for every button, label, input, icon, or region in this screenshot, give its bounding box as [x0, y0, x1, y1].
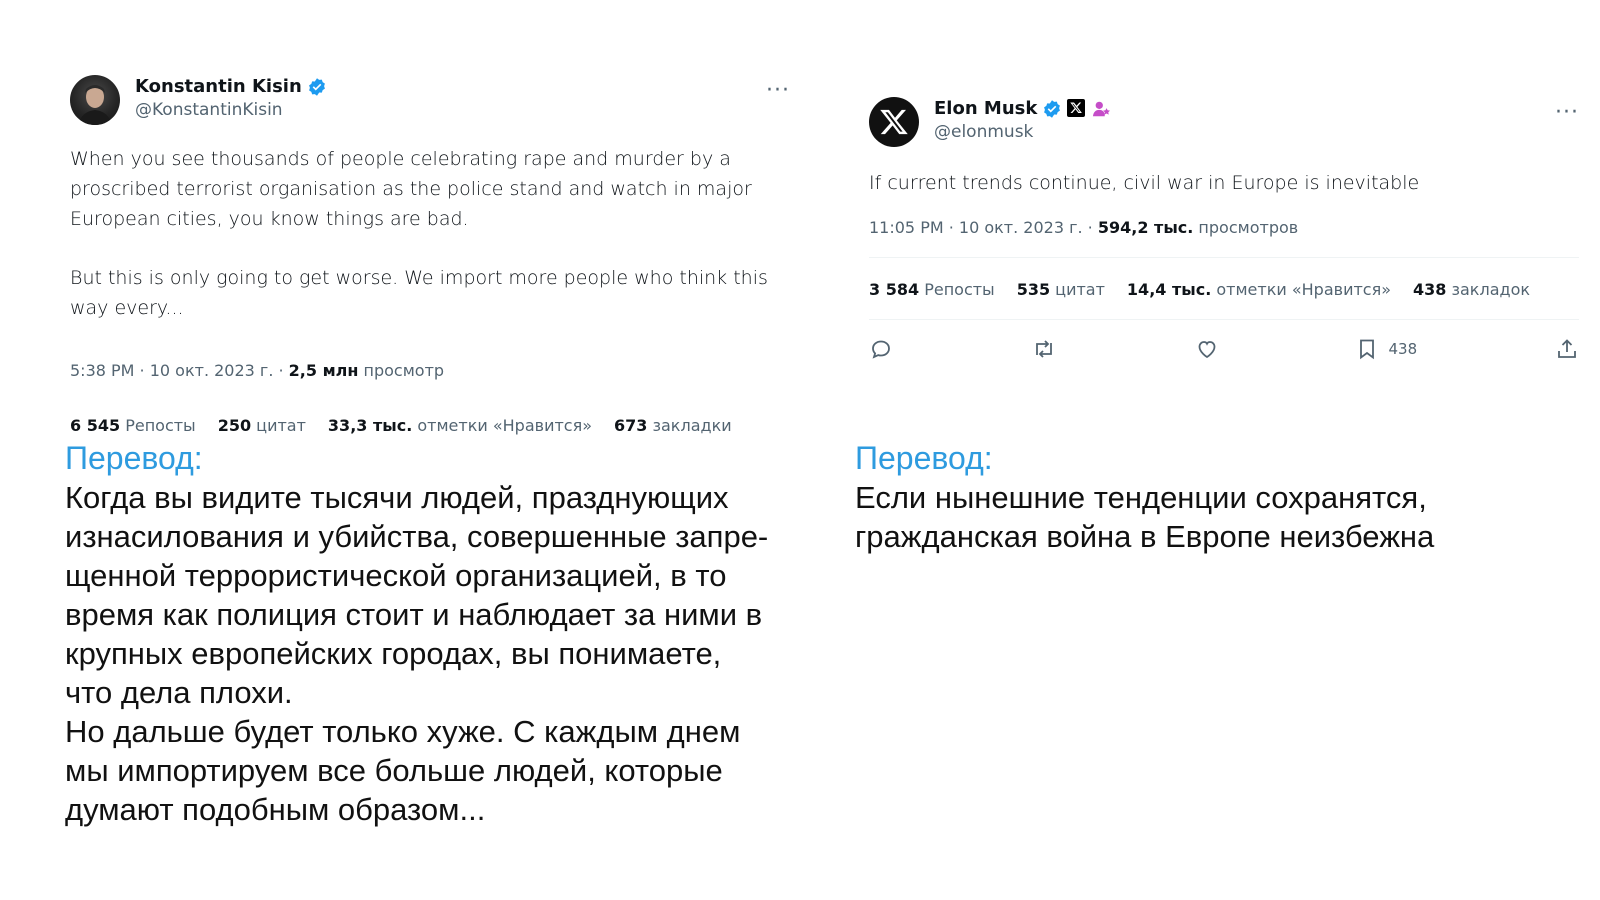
- avatar[interactable]: [70, 75, 120, 125]
- verified-badge-icon: [307, 77, 327, 97]
- user-info: Elon Musk @elonmusk: [934, 98, 1112, 142]
- translation-block-right: Перевод: Если нынешние тенденции сохраня…: [855, 438, 1555, 556]
- tweet-meta: 11:05 PM · 10 окт. 2023 г. · 594,2 тыс. …: [869, 218, 1579, 237]
- stat-likes[interactable]: 33,3 тыс. отметки «Нравится»: [328, 416, 592, 435]
- tweet-text: When you see thousands of people celebra…: [70, 144, 790, 323]
- engagement-stats: 6 545 Репосты 250 цитат 33,3 тыс. отметк…: [70, 416, 790, 435]
- stat-reposts[interactable]: 6 545 Репосты: [70, 416, 196, 435]
- like-icon: [1195, 337, 1219, 361]
- translation-text: Если нынешние тенденции сохранятся, граж…: [855, 480, 1435, 554]
- bookmark-button[interactable]: 438: [1356, 337, 1417, 361]
- tweet-timestamp[interactable]: 5:38 PM · 10 окт. 2023 г. ·: [70, 361, 289, 380]
- user-handle[interactable]: @KonstantinKisin: [135, 100, 327, 120]
- more-options-icon[interactable]: ···: [1555, 100, 1579, 125]
- x-affiliate-badge-icon: [1067, 98, 1087, 119]
- stat-quotes[interactable]: 250 цитат: [218, 416, 306, 435]
- bookmark-icon: [1356, 337, 1378, 361]
- tweet-timestamp[interactable]: 11:05 PM · 10 окт. 2023 г. ·: [869, 218, 1098, 237]
- avatar[interactable]: [869, 97, 919, 147]
- tweet-header: Konstantin Kisin @KonstantinKisin ···: [70, 70, 790, 132]
- engagement-stats: 3 584 Репосты 535 цитат 14,4 тыс. отметк…: [869, 257, 1579, 320]
- reply-icon: [869, 337, 893, 361]
- translation-text: Когда вы видите тысячи людей, празднующи…: [65, 480, 769, 827]
- translation-label: Перевод:: [855, 440, 993, 476]
- admin-badge-icon: [1092, 99, 1112, 119]
- stat-bookmarks[interactable]: 673 закладки: [614, 416, 732, 435]
- share-icon: [1555, 337, 1579, 361]
- repost-icon: [1031, 337, 1057, 361]
- stat-quotes[interactable]: 535 цитат: [1017, 280, 1105, 299]
- stat-reposts[interactable]: 3 584 Репосты: [869, 280, 995, 299]
- stat-bookmarks[interactable]: 438 закладок: [1413, 280, 1530, 299]
- verified-badge-icon: [1042, 99, 1062, 119]
- display-name[interactable]: Konstantin Kisin: [135, 76, 302, 97]
- view-label: просмотр: [358, 361, 445, 380]
- view-label: просмотров: [1193, 218, 1299, 237]
- bookmark-count: 438: [1388, 340, 1418, 358]
- display-name[interactable]: Elon Musk: [934, 98, 1037, 119]
- view-count: 2,5 млн: [288, 361, 359, 380]
- translation-block-left: Перевод: Когда вы видите тысячи людей, п…: [65, 438, 825, 829]
- action-bar: 438: [869, 334, 1579, 364]
- tweet-card-kisin: Konstantin Kisin @KonstantinKisin ··· Wh…: [70, 70, 790, 435]
- reply-button[interactable]: [869, 337, 893, 361]
- user-handle[interactable]: @elonmusk: [934, 122, 1112, 142]
- stat-likes[interactable]: 14,4 тыс. отметки «Нравится»: [1127, 280, 1391, 299]
- like-button[interactable]: [1195, 337, 1219, 361]
- tweet-text: If current trends continue, civil war in…: [869, 172, 1420, 194]
- tweet-meta: 5:38 PM · 10 окт. 2023 г. · 2,5 млн прос…: [70, 361, 790, 380]
- share-button[interactable]: [1555, 337, 1579, 361]
- repost-button[interactable]: [1031, 337, 1057, 361]
- tweet-paragraph: But this is only going to get worse. We …: [70, 267, 768, 319]
- view-count: 594,2 тыс.: [1097, 218, 1194, 237]
- tweet-header: Elon Musk @elonmusk ···: [869, 92, 1579, 154]
- tweet-paragraph: When you see thousands of people celebra…: [70, 148, 752, 230]
- x-logo-icon: [880, 109, 908, 135]
- more-options-icon[interactable]: ···: [766, 78, 790, 103]
- user-info: Konstantin Kisin @KonstantinKisin: [135, 76, 327, 120]
- tweet-card-musk: Elon Musk @elonmusk ··· If current trend…: [869, 92, 1579, 364]
- translation-label: Перевод:: [65, 440, 203, 476]
